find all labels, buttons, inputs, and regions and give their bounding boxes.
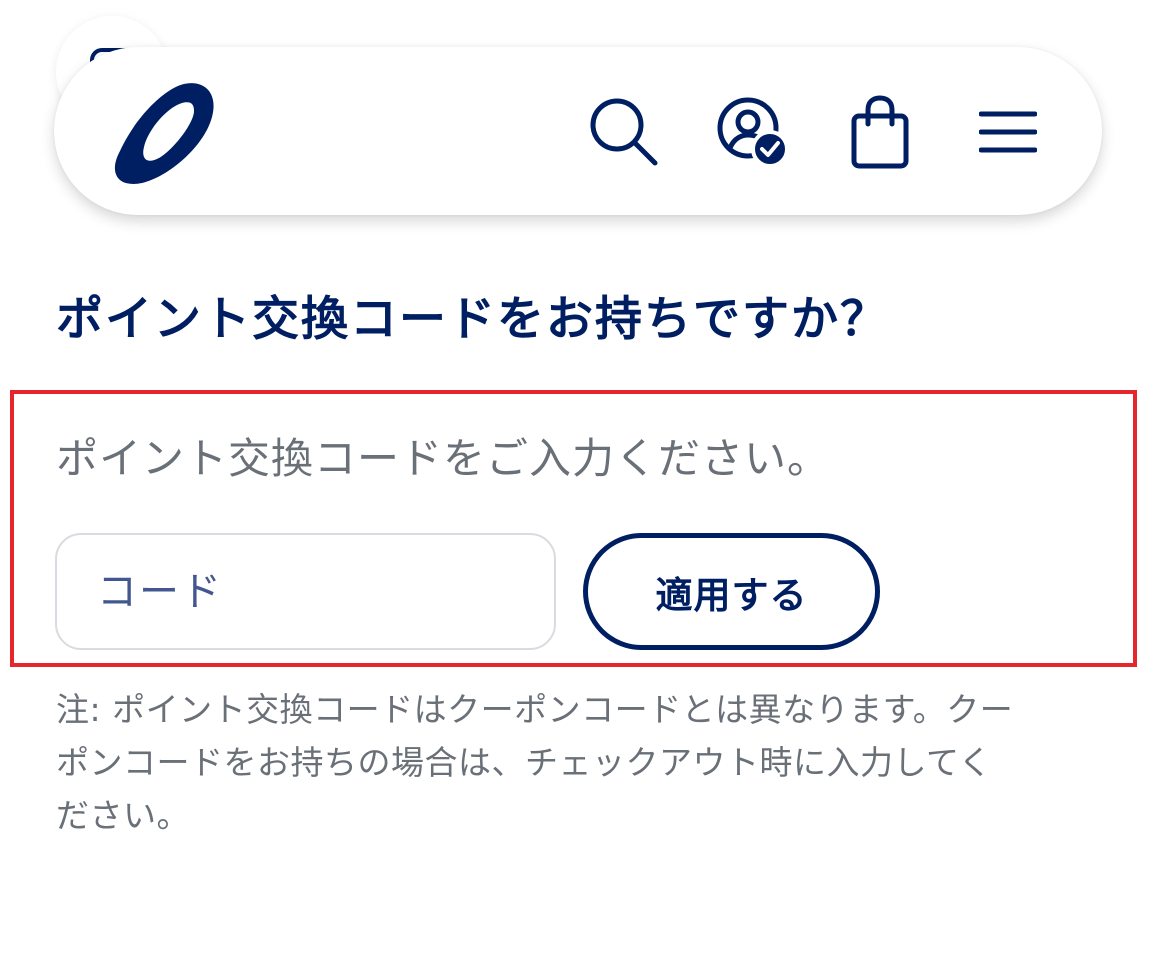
page: ポイント交換コードをお持ちですか？ ポイント交換コードをご入力ください。 適用す… [0, 0, 1157, 962]
apply-button[interactable]: 適用する [583, 533, 880, 650]
search-icon[interactable] [584, 92, 664, 172]
note-line-3: ださい。 [56, 796, 190, 835]
account-verified-icon[interactable] [712, 92, 792, 172]
note-text: 注: ポイント交換コードはクーポンコードとは異なります。クー ポンコードをお持ちの… [56, 683, 1096, 842]
hamburger-menu-icon[interactable] [968, 92, 1048, 172]
code-prompt-label: ポイント交換コードをご入力ください。 [56, 434, 831, 483]
asics-logo[interactable] [112, 81, 218, 185]
page-title: ポイント交換コードをお持ちですか？ [56, 292, 889, 347]
site-header [54, 47, 1102, 215]
shopping-bag-icon[interactable] [840, 92, 920, 172]
note-line-2: ポンコードをお持ちの場合は、チェックアウト時に入力してく [56, 743, 993, 782]
code-input[interactable] [55, 533, 556, 650]
note-line-1: 注: ポイント交換コードはクーポンコードとは異なります。クー [56, 690, 1014, 729]
